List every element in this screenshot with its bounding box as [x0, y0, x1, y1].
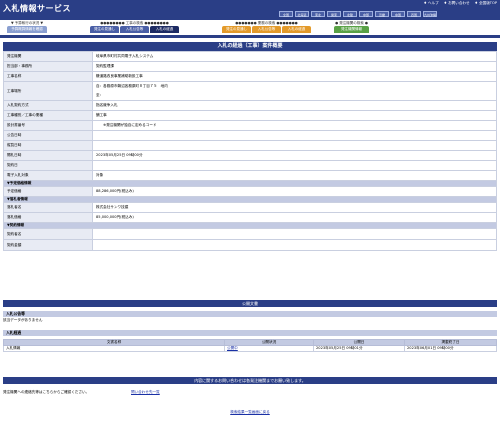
region-tab[interactable]: 全国 — [279, 11, 293, 17]
field-label: 予定価格 — [3, 186, 93, 197]
doc-status-link[interactable]: 公開中 — [224, 345, 314, 352]
field-label: 落札者名 — [3, 202, 93, 213]
contact-link[interactable]: ♦ お問い合わせ — [444, 1, 470, 6]
contact-header: 内容に関するお問い合わせは各発注機関までお願い致します。 — [3, 377, 497, 384]
field-label: 契約金額 — [3, 239, 93, 251]
table-row: 入札情報 公開中 2023年05月25日 09時01分 2023年06月01日 … — [3, 345, 497, 352]
field-label: 契約者名 — [3, 228, 93, 240]
field-value: 指名競争入札 — [92, 100, 497, 111]
field-value: 糠道路改良事業補助新設工事 — [92, 71, 497, 82]
history-subheader: 入札経過 — [3, 330, 497, 336]
info-row: 発注機関 岐阜県市町村共同電子入札システム — [3, 51, 497, 62]
field-value-line: 至： — [96, 93, 104, 97]
field-label: 設計書番号 — [3, 120, 93, 131]
nav-tab[interactable]: 発注の見通し — [90, 26, 119, 33]
nav-tab[interactable]: 予算概算情報を確認 — [7, 26, 47, 33]
field-value: 対象 — [92, 170, 497, 181]
field-value: 岐阜県市町村共同電子入札システム — [92, 51, 497, 62]
field-label: 縦覧日時 — [3, 140, 93, 151]
field-label: 工事名称 — [3, 71, 93, 82]
field-value — [92, 140, 497, 151]
field-value — [92, 239, 497, 251]
info-row: 設計書番号 ※発注機関が独自に定めるコード — [3, 120, 497, 131]
field-label: 入札契約方式 — [3, 100, 93, 111]
info-row: 開札日時 2023年05月25日 09時00分 — [3, 150, 497, 161]
info-row: 契約金額 — [3, 239, 497, 251]
info-row: 縦覧日時 — [3, 140, 497, 151]
nav-tab[interactable]: 発注の見通し — [222, 26, 251, 33]
region-tab[interactable]: 中部 — [359, 11, 373, 17]
info-row: 契約日 — [3, 160, 497, 171]
field-label: 工事場所 — [3, 81, 93, 101]
field-label: 担当部・事務所 — [3, 61, 93, 72]
nav-tab[interactable]: 発注機関情報 — [334, 26, 369, 33]
info-row: 公告日時 — [3, 130, 497, 141]
info-row: 落札価格 85,000,000円(税込み) — [3, 212, 497, 223]
field-value — [92, 160, 497, 171]
field-label: 工事種別／工事の業種 — [3, 110, 93, 121]
field-value: ※発注機関が独自に定めるコード — [92, 120, 497, 131]
field-label: 契約日 — [3, 160, 93, 171]
info-row: 落札者名 株式会社サンワ技建 — [3, 202, 497, 213]
app-header: 入札情報サービス ♦ ヘルプ ♦ お問い合わせ ♦ 全国版TOP 全国 北海道 東北… — [0, 0, 500, 20]
field-value: 2023年05月25日 09時00分 — [92, 150, 497, 161]
info-row: 契約者名 — [3, 228, 497, 240]
field-label: 落札価格 — [3, 212, 93, 223]
nav-group: ●●●●●●●● 工事の検索 ●●●●●●●● 発注の見通し 入札公告等 入札の経過 — [90, 20, 179, 33]
doc-end-date: 2023年06月01日 09時00分 — [404, 345, 497, 352]
doc-name: 入札情報 — [3, 345, 225, 352]
field-value: 舗工事 — [92, 110, 497, 121]
nav-group: ●●●●●●● 業務の検索 ●●●●●●● 発注の見通し 入札公告等 入札の経過 — [222, 20, 311, 33]
notice-empty-text: 該当データがありません — [3, 318, 43, 322]
nav-group: ● 発注機関の検索 ● 発注機関情報 — [334, 20, 369, 33]
top-links: ♦ ヘルプ ♦ お問い合わせ ♦ 全国版TOP — [424, 1, 497, 6]
field-value: 契約監理課 — [92, 61, 497, 72]
info-row: 工事場所 自：各務原市鵜沼各務原町８丁目７５ 地内 至： — [3, 81, 497, 101]
info-row: 工事名称 糠道路改良事業補助新設工事 — [3, 71, 497, 82]
info-row: 工事種別／工事の業種 舗工事 — [3, 110, 497, 121]
field-value: 株式会社サンワ技建 — [92, 202, 497, 213]
region-tab[interactable]: 北陸 — [343, 11, 357, 17]
contact-list-link[interactable]: 問い合わせ先一覧 — [131, 390, 160, 395]
region-tabs: 全国 北海道 東北 関東 北陸 中部 近畿 中国 四国 九州沖縄 — [279, 11, 437, 17]
national-top-link[interactable]: ♦ 全国版TOP — [475, 1, 497, 6]
nav-tab[interactable]: 入札公告等 — [120, 26, 149, 33]
field-label: 発注機関 — [3, 51, 93, 62]
field-label: 開札日時 — [3, 150, 93, 161]
info-row: 予定価格 88,286,000円(税込み) — [3, 186, 497, 197]
info-row: 入札契約方式 指名競争入札 — [3, 100, 497, 111]
nav-tab[interactable]: 入札の経過 — [150, 26, 179, 33]
field-label: 電子入札対象 — [3, 170, 93, 181]
region-tab[interactable]: 北海道 — [295, 11, 309, 17]
contact-text: 発注機関への連絡先等はこちらからご確認ください。 — [3, 390, 90, 394]
field-value-line: 自：各務原市鵜沼各務原町８丁目７５ 地内 — [96, 84, 168, 88]
notice-subheader: 入札公告等 — [3, 311, 497, 317]
region-tab[interactable]: 中国 — [391, 11, 405, 17]
nav-tab[interactable]: 入札の経過 — [282, 26, 311, 33]
doc-date: 2023年05月25日 09時01分 — [313, 345, 405, 352]
help-link[interactable]: ♦ ヘルプ — [424, 1, 439, 6]
field-value — [92, 228, 497, 240]
region-tab[interactable]: 九州沖縄 — [423, 11, 437, 17]
field-value — [92, 130, 497, 141]
field-value: 85,000,000円(税込み) — [92, 212, 497, 223]
nav-tab[interactable]: 入札公告等 — [252, 26, 281, 33]
nav-group: ▼ 予算執行の状況 ▼ 予算概算情報を確認 — [7, 20, 47, 33]
site-logo: 入札情報サービス — [3, 4, 71, 13]
region-tab[interactable]: 関東 — [327, 11, 341, 17]
case-summary-table: 発注機関 岐阜県市町村共同電子入札システム 担当部・事務所 契約監理課 工事名称 糠道路改… — [3, 51, 497, 251]
region-tab[interactable]: 近畿 — [375, 11, 389, 17]
nav-underline — [0, 35, 500, 38]
history-table: 文書名称 公開状況 公開日 掲載終了日 入札情報 公開中 2023年05月25日… — [3, 339, 497, 352]
back-to-results-link[interactable]: 検索結果一覧画面に戻る — [0, 410, 500, 415]
info-row: 電子入札対象 対象 — [3, 170, 497, 181]
public-docs-header: 公開文書 — [3, 300, 497, 307]
page-title: 入札の経過（工事）案件概要 — [3, 42, 497, 51]
field-label: 公告日時 — [3, 130, 93, 141]
field-value: 88,286,000円(税込み) — [92, 186, 497, 197]
field-value: 自：各務原市鵜沼各務原町８丁目７５ 地内 至： — [92, 81, 497, 101]
info-row: 担当部・事務所 契約監理課 — [3, 61, 497, 72]
region-tab[interactable]: 東北 — [311, 11, 325, 17]
region-tab[interactable]: 四国 — [407, 11, 421, 17]
